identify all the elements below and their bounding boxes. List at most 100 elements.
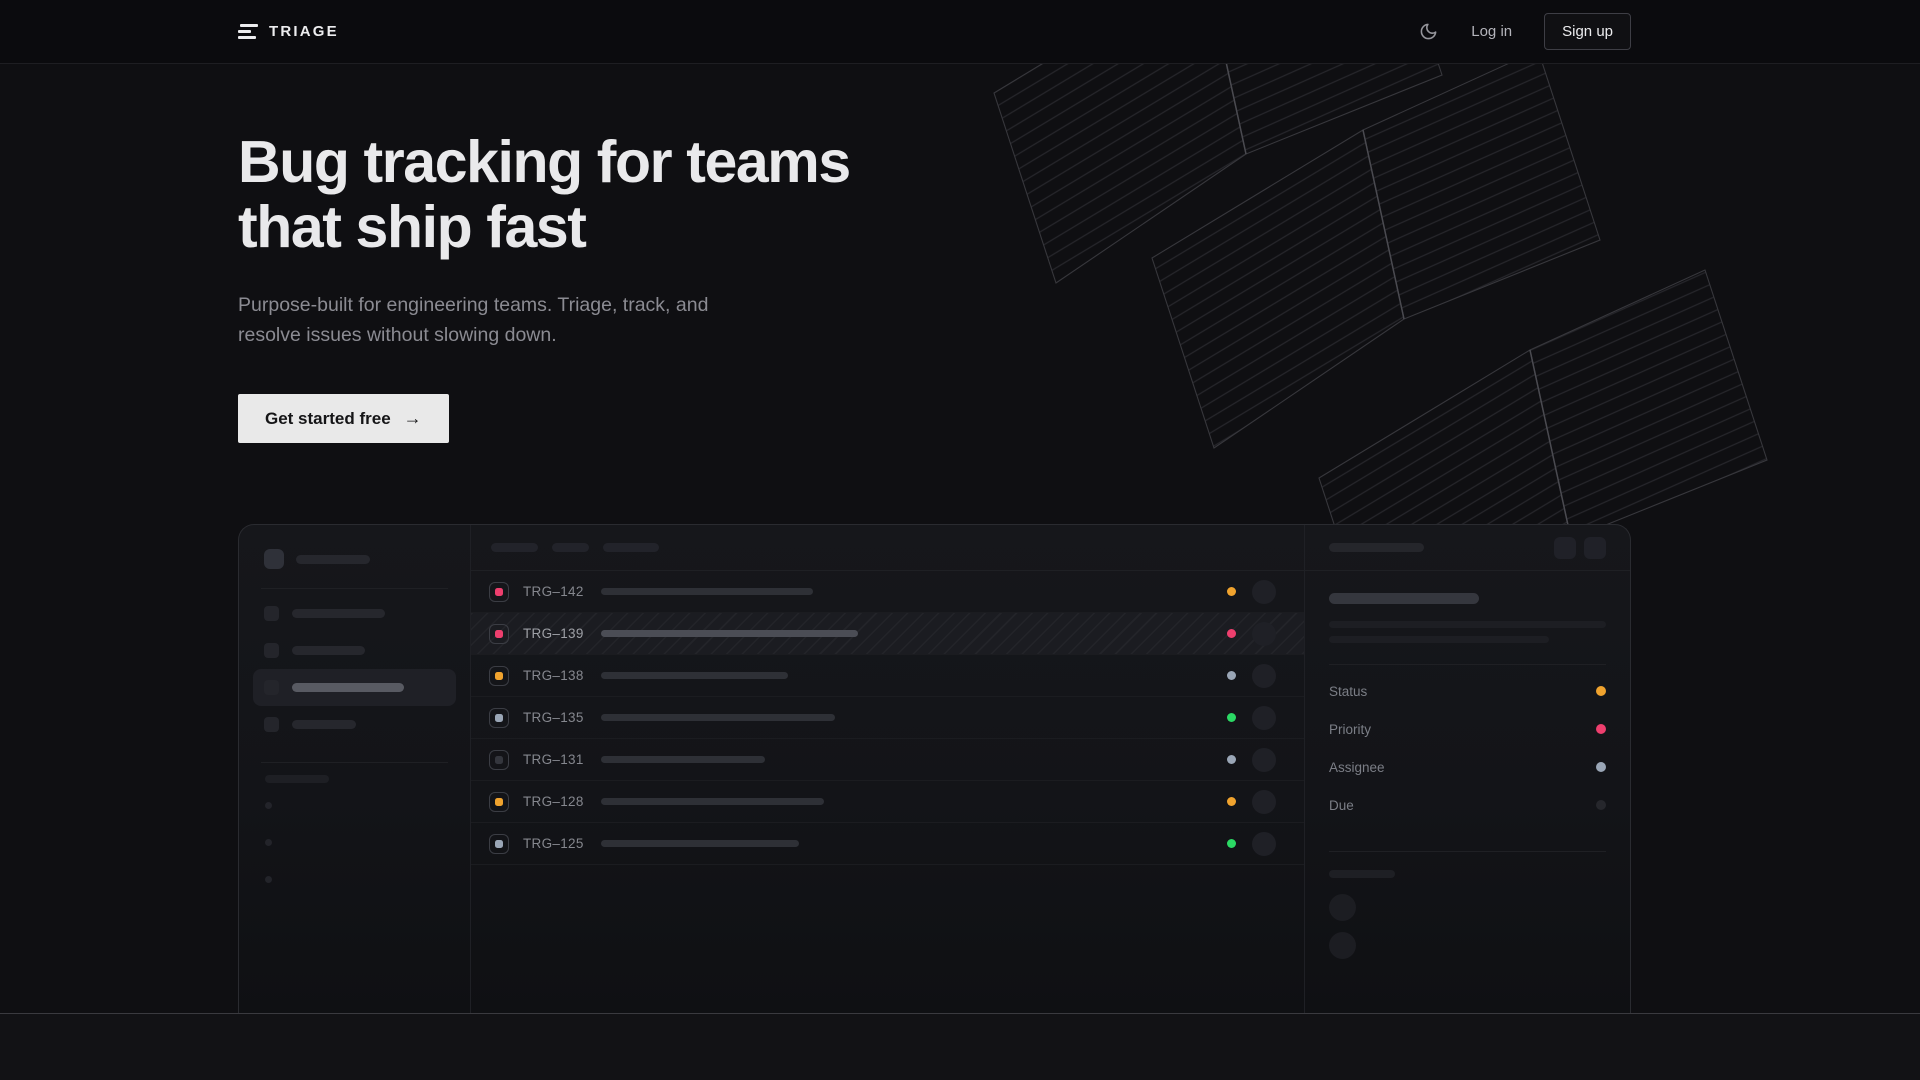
hero-title-line2: that ship fast	[238, 194, 586, 260]
description-line-placeholder	[1329, 621, 1606, 628]
panel-action-button[interactable]	[1584, 537, 1606, 559]
assignee-avatar	[1252, 748, 1276, 772]
sidebar-section-placeholder	[265, 775, 329, 783]
property-value-dot	[1596, 800, 1606, 810]
panel-action-button[interactable]	[1554, 537, 1576, 559]
issue-title-placeholder	[601, 840, 799, 847]
sidebar-item-label-placeholder	[292, 720, 356, 729]
hero-title-line1: Bug tracking for teams	[238, 129, 850, 195]
sidebar-nav	[239, 595, 470, 743]
issue-status-icon	[489, 624, 509, 644]
workspace-avatar	[264, 549, 284, 569]
property-label: Due	[1329, 798, 1354, 813]
property-row[interactable]: Due	[1329, 786, 1606, 824]
issue-status-icon	[489, 582, 509, 602]
assignee-avatar	[1252, 706, 1276, 730]
priority-dot	[1227, 713, 1236, 722]
detail-title-placeholder	[1329, 543, 1424, 552]
triage-logo-icon	[238, 24, 258, 39]
hero-title: Bug tracking for teams that ship fast	[238, 130, 850, 260]
brand-logo[interactable]: TRIAGE	[238, 23, 339, 40]
detail-panel: Status Priority Assignee Due	[1305, 525, 1630, 1013]
property-value-dot	[1596, 762, 1606, 772]
app-preview-card: TRG–142 TRG–139 TRG–138 TRG–135	[238, 524, 1631, 1013]
sidebar-divider	[261, 762, 448, 763]
panel-section-placeholder	[1329, 870, 1395, 878]
panel-divider	[1329, 664, 1606, 665]
log-in-link[interactable]: Log in	[1471, 23, 1512, 40]
detail-panel-header	[1305, 525, 1630, 571]
issue-row[interactable]: TRG–131	[471, 739, 1304, 781]
sidebar-item[interactable]	[253, 595, 456, 632]
list-tab-placeholder[interactable]	[491, 543, 538, 552]
issue-status-icon	[489, 708, 509, 728]
description-line-placeholder	[1329, 636, 1549, 643]
brand-name: TRIAGE	[269, 23, 339, 40]
list-tab-placeholder[interactable]	[603, 543, 659, 552]
issue-row[interactable]: TRG–125	[471, 823, 1304, 865]
property-value-dot	[1596, 686, 1606, 696]
issue-status-icon	[489, 666, 509, 686]
workspace-name-placeholder	[296, 555, 370, 564]
property-label: Status	[1329, 684, 1367, 699]
priority-dot	[1227, 755, 1236, 764]
issue-status-icon	[489, 750, 509, 770]
workspace-switcher[interactable]	[264, 549, 470, 569]
priority-dot	[1227, 587, 1236, 596]
issue-id: TRG–135	[523, 710, 589, 725]
issue-title-placeholder	[601, 588, 813, 595]
issue-title-placeholder	[1329, 593, 1479, 604]
sidebar-dot	[265, 839, 272, 846]
sidebar-item-icon	[264, 606, 279, 621]
sidebar-dot	[265, 876, 272, 883]
list-tab-placeholder[interactable]	[552, 543, 589, 552]
sidebar-item-label-placeholder	[292, 609, 385, 618]
assignee-avatar	[1252, 580, 1276, 604]
priority-dot	[1227, 671, 1236, 680]
issue-status-icon	[489, 792, 509, 812]
sidebar-item-icon	[264, 717, 279, 732]
hero-subtitle-line2: resolve issues without slowing down.	[238, 320, 850, 350]
comment-avatar-placeholder	[1329, 894, 1356, 921]
hero-subtitle: Purpose-built for engineering teams. Tri…	[238, 290, 850, 350]
property-list: Status Priority Assignee Due	[1329, 672, 1606, 824]
sidebar-item-icon	[264, 643, 279, 658]
sidebar-item[interactable]	[253, 706, 456, 743]
hero-section: Bug tracking for teams that ship fast Pu…	[238, 130, 850, 443]
moon-icon	[1419, 22, 1438, 41]
issue-row[interactable]: TRG–142	[471, 571, 1304, 613]
issue-row[interactable]: TRG–135	[471, 697, 1304, 739]
property-row[interactable]: Priority	[1329, 710, 1606, 748]
property-value-dot	[1596, 724, 1606, 734]
issue-row[interactable]: TRG–139	[471, 613, 1304, 655]
sidebar-item[interactable]	[253, 669, 456, 706]
sidebar-dots	[265, 802, 470, 883]
get-started-button[interactable]: Get started free →	[238, 394, 449, 443]
issue-id: TRG–131	[523, 752, 589, 767]
issue-title-placeholder	[601, 798, 824, 805]
issue-title-placeholder	[601, 630, 858, 637]
theme-toggle-button[interactable]	[1417, 21, 1439, 43]
arrow-right-icon: →	[404, 408, 422, 429]
list-header	[471, 525, 1304, 571]
detail-panel-body: Status Priority Assignee Due	[1305, 571, 1630, 959]
property-row[interactable]: Status	[1329, 672, 1606, 710]
priority-dot	[1227, 839, 1236, 848]
issue-row[interactable]: TRG–128	[471, 781, 1304, 823]
issue-row[interactable]: TRG–138	[471, 655, 1304, 697]
issue-list: TRG–142 TRG–139 TRG–138 TRG–135	[471, 571, 1304, 865]
issue-status-icon	[489, 834, 509, 854]
sidebar-item-icon	[264, 680, 279, 695]
property-label: Priority	[1329, 722, 1371, 737]
sidebar-item[interactable]	[253, 632, 456, 669]
issue-id: TRG–125	[523, 836, 589, 851]
assignee-avatar	[1252, 664, 1276, 688]
sign-up-button[interactable]: Sign up	[1544, 13, 1631, 50]
sidebar-divider	[261, 588, 448, 589]
property-row[interactable]: Assignee	[1329, 748, 1606, 786]
get-started-label: Get started free	[265, 409, 391, 429]
priority-dot	[1227, 797, 1236, 806]
issue-id: TRG–128	[523, 794, 589, 809]
issue-list-panel: TRG–142 TRG–139 TRG–138 TRG–135	[471, 525, 1305, 1013]
sidebar-item-label-placeholder	[292, 646, 365, 655]
